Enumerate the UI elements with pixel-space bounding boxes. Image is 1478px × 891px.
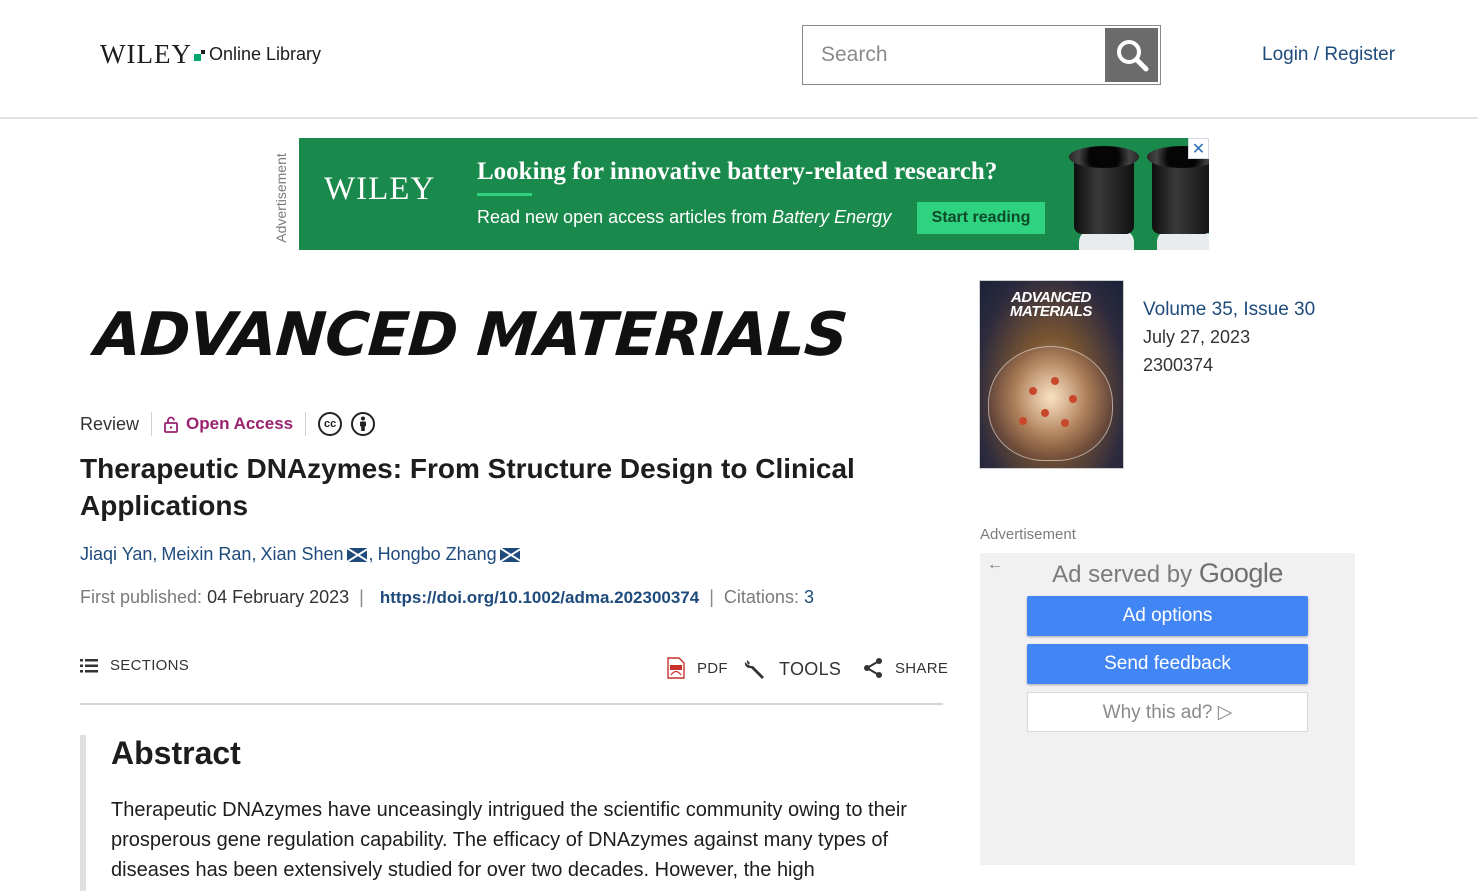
open-access-badge: Open Access: [164, 414, 293, 434]
ad-start-reading-button[interactable]: Start reading: [917, 202, 1045, 234]
pdf-button[interactable]: PDF: [667, 657, 728, 679]
ad-divider: [477, 193, 532, 196]
ad-headline: Looking for innovative battery-related r…: [477, 158, 998, 185]
search-button[interactable]: [1105, 28, 1158, 82]
cover-illustration: [988, 346, 1113, 461]
share-button[interactable]: SHARE: [863, 657, 948, 679]
eyepiece-image: [1069, 146, 1139, 250]
journal-title[interactable]: ADVANCED MATERIALS: [93, 300, 850, 370]
email-icon[interactable]: [499, 547, 520, 562]
issue-cover-image[interactable]: ADVANCED MATERIALS: [979, 280, 1124, 469]
abstract-text: Therapeutic DNAzymes have unceasingly in…: [111, 799, 907, 881]
battery-energy-ad-banner[interactable]: WILEY Looking for innovative battery-rel…: [299, 138, 1209, 250]
author-link[interactable]: Meixin Ran: [161, 544, 251, 565]
volume-issue-link[interactable]: Volume 35, Issue 30: [1143, 299, 1315, 321]
ad-options-button[interactable]: Ad options: [1027, 596, 1308, 636]
logo-mark-icon: [193, 50, 206, 62]
cover-title: ADVANCED MATERIALS: [1010, 289, 1092, 320]
send-feedback-button[interactable]: Send feedback: [1027, 644, 1308, 684]
wiley-online-library-logo[interactable]: WILEY Online Library: [100, 40, 321, 68]
ad-brand: WILEY: [324, 171, 436, 207]
logo-wordmark: WILEY: [100, 39, 192, 69]
ad-subline: Read new open access articles from Batte…: [477, 207, 892, 227]
article-title: Therapeutic DNAzymes: From Structure Des…: [80, 453, 855, 521]
close-icon[interactable]: ✕: [1188, 138, 1209, 159]
citations-count-link[interactable]: 3: [804, 587, 814, 608]
logo-subtitle: Online Library: [208, 44, 322, 64]
google-ad-panel: ← Ad served by Google Ad options Send fe…: [980, 553, 1355, 865]
issue-date: July 27, 2023: [1143, 327, 1251, 347]
share-icon: [864, 658, 882, 678]
divider: [305, 412, 307, 436]
author-link[interactable]: Hongbo Zhang: [378, 544, 497, 565]
abstract-heading: Abstract: [111, 735, 241, 771]
author-link[interactable]: Xian Shen: [260, 544, 343, 565]
search-box: [802, 25, 1161, 85]
article-type: Review: [80, 413, 140, 434]
author-link[interactable]: Jiaqi Yan: [80, 544, 152, 565]
login-register-link[interactable]: Login / Register: [1262, 44, 1395, 66]
article-toolbar: SECTIONS PDF TOOLS SHARE: [80, 653, 948, 705]
tools-label: TOOLS: [779, 658, 842, 679]
share-label: SHARE: [895, 659, 949, 677]
why-this-ad-button[interactable]: Why this ad? ▷: [1027, 692, 1308, 732]
unlock-icon: [164, 416, 178, 433]
pdf-icon: [667, 657, 685, 679]
sections-button[interactable]: SECTIONS: [80, 657, 189, 674]
first-published-date: 04 February 2023: [207, 587, 350, 607]
article-meta-row: Review Open Access cc: [80, 410, 376, 438]
ad-served-by: Ad served by Google: [1052, 558, 1283, 588]
advertisement-label-vertical: Advertisement: [273, 152, 289, 243]
divider: [151, 412, 153, 436]
publication-info: First published: 04 February 2023 | http…: [80, 587, 814, 608]
doi-link[interactable]: https://doi.org/10.1002/adma.202300374: [380, 588, 699, 608]
wrench-icon: [744, 660, 764, 679]
site-header: WILEY Online Library Login / Register: [0, 0, 1478, 119]
attribution-icon[interactable]: [351, 412, 376, 436]
first-published-label: First published:: [80, 587, 203, 607]
search-icon: [1116, 40, 1148, 72]
email-icon[interactable]: [346, 547, 367, 562]
search-input[interactable]: [803, 26, 1103, 84]
tools-button[interactable]: TOOLS: [743, 657, 841, 681]
pdf-label: PDF: [697, 659, 728, 677]
citations-label: Citations:: [723, 587, 799, 607]
author-list: Jiaqi Yan, Meixin Ran, Xian Shen, Hongbo…: [80, 544, 522, 565]
article-number: 2300374: [1143, 355, 1214, 375]
list-icon: [80, 658, 98, 672]
eyepiece-image: [1147, 146, 1209, 250]
creative-commons-icon[interactable]: cc: [318, 412, 343, 436]
advertisement-label: Advertisement: [980, 526, 1076, 543]
abstract-section: Abstract Therapeutic DNAzymes have uncea…: [80, 735, 943, 891]
sections-label: SECTIONS: [110, 657, 190, 674]
